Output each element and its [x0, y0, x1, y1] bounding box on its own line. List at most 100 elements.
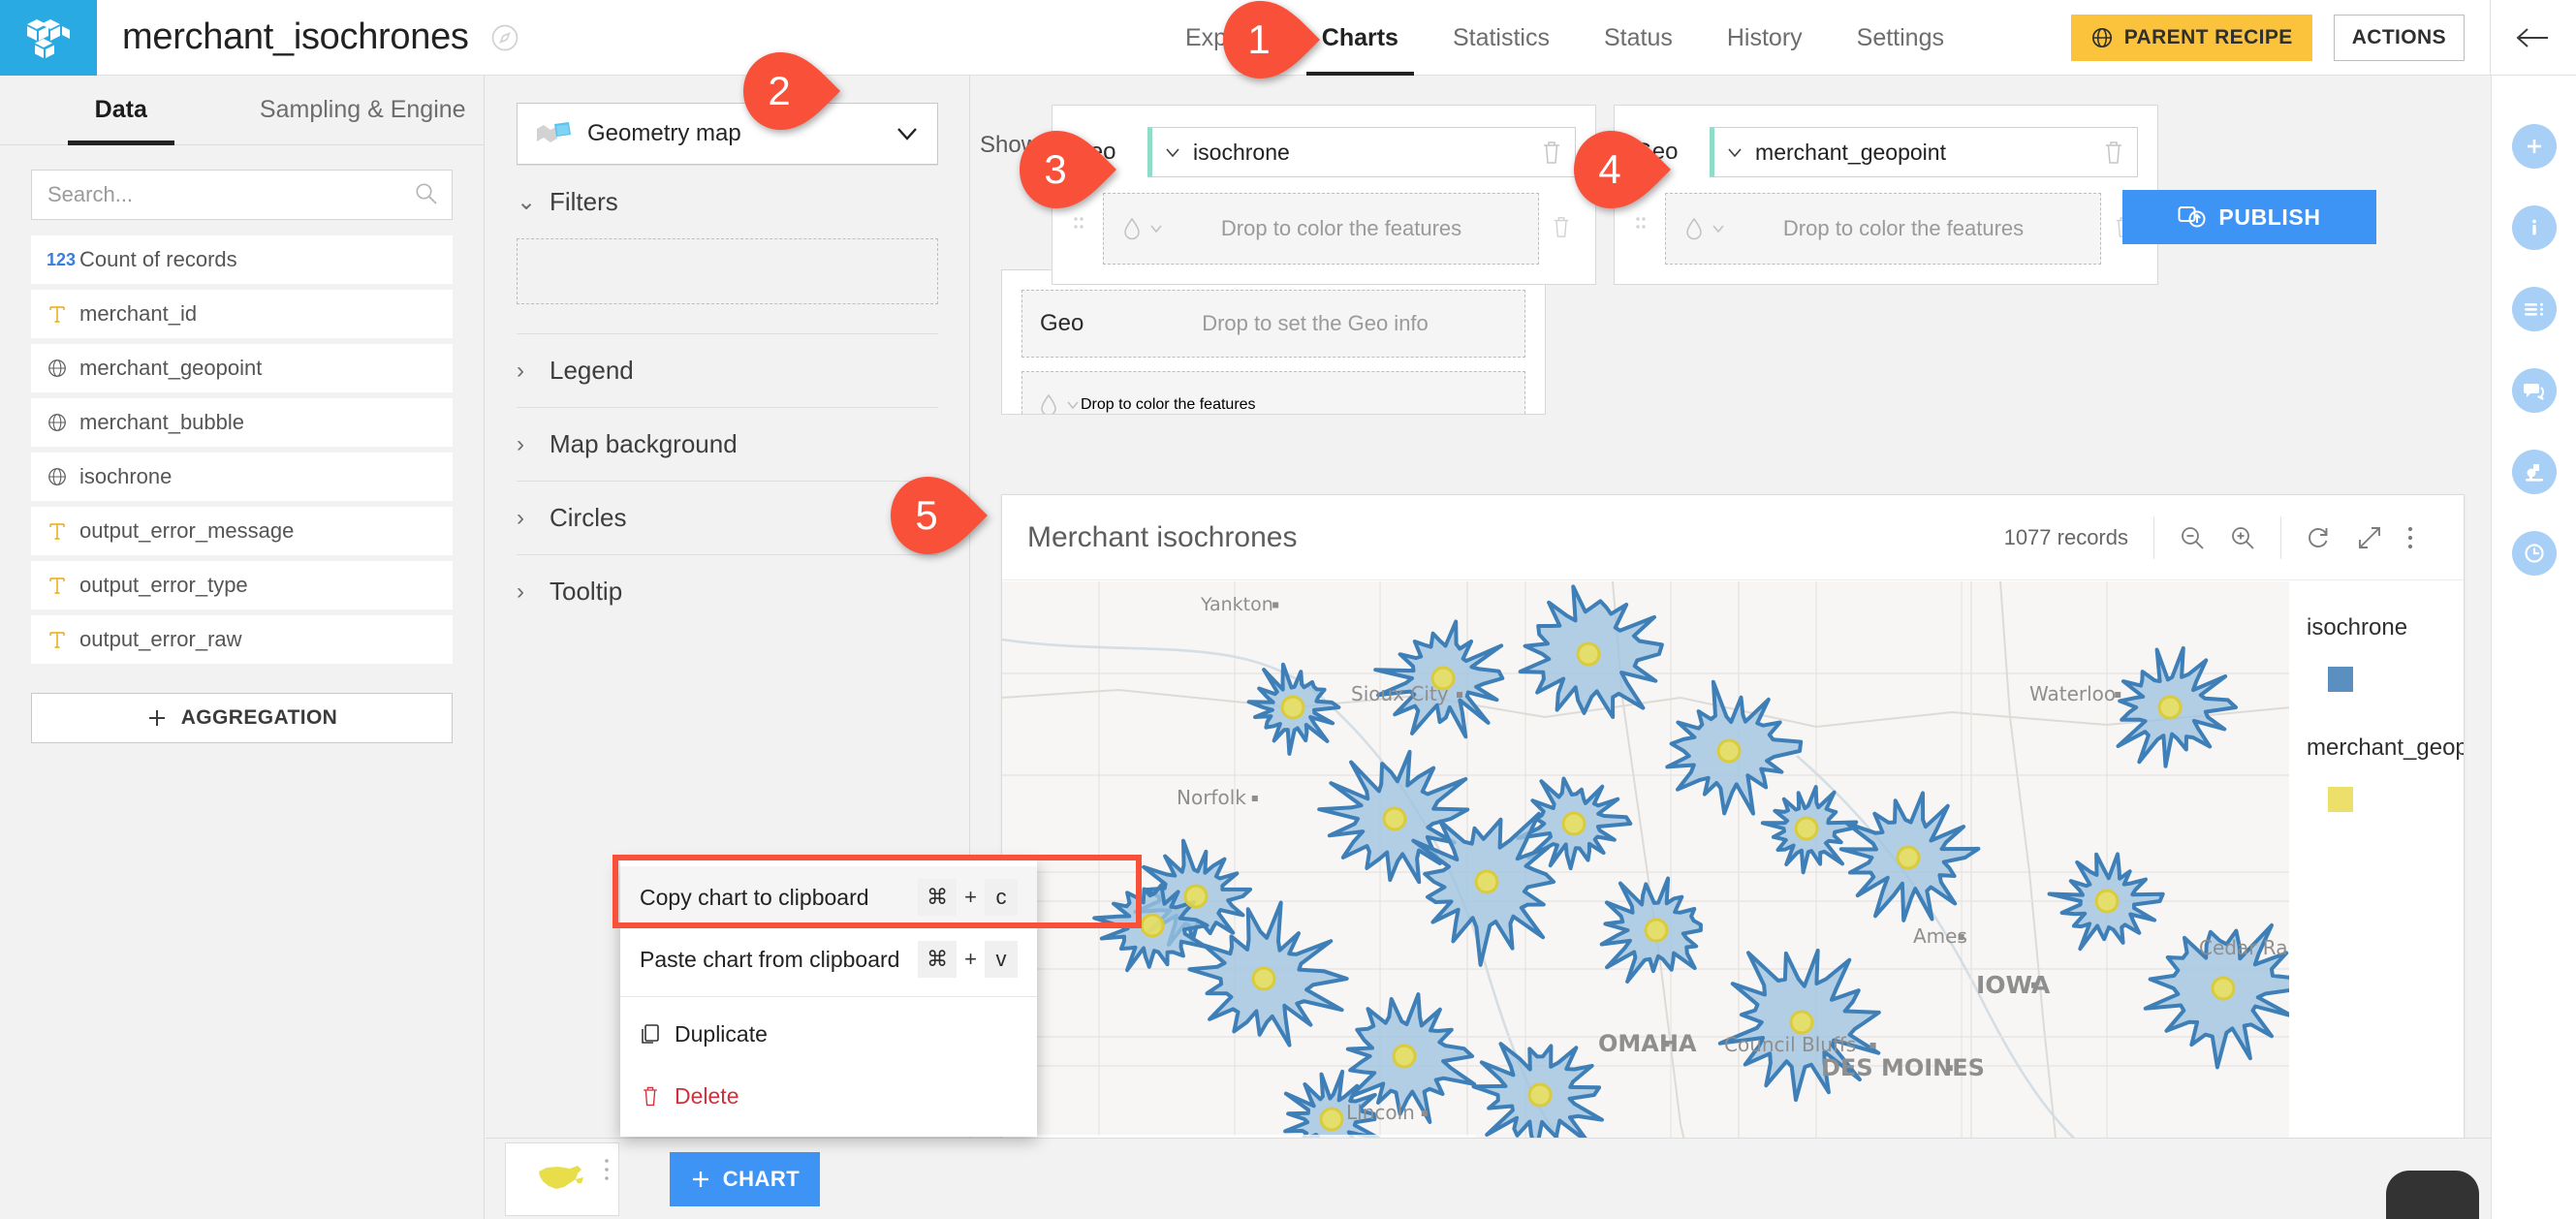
merchant-geopoint-marker[interactable]: [1321, 1109, 1342, 1130]
map-container[interactable]: YanktonSioux CityNorfolkWaterlooAmesIOWA…: [1002, 581, 2464, 1162]
trash-icon[interactable]: [1547, 214, 1576, 244]
arrow-left-icon: [2515, 25, 2552, 50]
merchant-geopoint-marker[interactable]: [1142, 915, 1163, 936]
merchant-geopoint-marker[interactable]: [1384, 808, 1405, 829]
field-label: merchant_id: [79, 301, 197, 327]
field-item-output-error-type[interactable]: output_error_type: [31, 561, 453, 610]
tab-sampling-engine[interactable]: Sampling & Engine: [242, 76, 485, 144]
merchant-geopoint-marker[interactable]: [1718, 740, 1740, 762]
rail-button-info[interactable]: [2512, 205, 2557, 250]
color-dropzone-1[interactable]: Drop to color the features: [1103, 193, 1539, 265]
merchant-geopoint-marker[interactable]: [1563, 813, 1585, 834]
merchant-geopoint-marker[interactable]: [1253, 968, 1274, 989]
more-vertical-icon[interactable]: [2405, 523, 2415, 552]
chart-type-dropdown[interactable]: Geometry map: [517, 103, 938, 165]
parent-recipe-button[interactable]: PARENT RECIPE: [2071, 15, 2312, 61]
chart-thumbnail[interactable]: [505, 1142, 619, 1216]
color-dropzone-3[interactable]: Drop to color the features: [1021, 371, 1525, 415]
context-menu-item-paste-chart[interactable]: Paste chart from clipboard ⌘ + v: [620, 928, 1037, 990]
expand-icon[interactable]: [2355, 523, 2384, 552]
step-marker-1: 1: [1219, 0, 1324, 80]
geo-info-dropzone[interactable]: Geo Drop to set the Geo info: [1021, 290, 1525, 358]
geo-dropzone-card-1[interactable]: Geo isochrone: [1052, 105, 1596, 285]
marker-number: 1: [1225, 0, 1293, 80]
section-map-background[interactable]: › Map background: [517, 407, 938, 481]
merchant-geopoint-marker[interactable]: [1185, 886, 1207, 907]
field-item-merchant-id[interactable]: merchant_id: [31, 290, 453, 338]
filters-dropzone[interactable]: [517, 238, 938, 304]
key-letter: v: [985, 941, 1018, 978]
geo-field-select-2[interactable]: merchant_geopoint: [1710, 127, 2138, 177]
merchant-geopoint-marker[interactable]: [1791, 1012, 1812, 1033]
section-filters[interactable]: ⌄ Filters: [517, 165, 938, 238]
rail-button-details[interactable]: [2512, 287, 2557, 331]
nav-item-status[interactable]: Status: [1577, 0, 1700, 76]
trash-icon[interactable]: [1540, 139, 1563, 166]
trash-icon[interactable]: [2102, 139, 2125, 166]
merchant-geopoint-marker[interactable]: [1578, 643, 1599, 665]
drag-handle-icon[interactable]: [1634, 214, 1655, 244]
merchant-geopoint-marker[interactable]: [2096, 891, 2118, 912]
map-place-label: IOWA: [1976, 971, 2051, 999]
field-item-merchant-geopoint[interactable]: merchant_geopoint: [31, 344, 453, 392]
geo-field-value: merchant_geopoint: [1755, 140, 1946, 166]
chat-widget[interactable]: [2386, 1171, 2479, 1219]
map-place-dot: [2115, 692, 2120, 698]
text-t-icon: [47, 303, 79, 325]
field-label: merchant_geopoint: [79, 356, 262, 381]
merchant-geopoint-marker[interactable]: [1796, 818, 1817, 839]
zoom-in-icon[interactable]: [2228, 523, 2257, 552]
merchant-geopoint-marker[interactable]: [2159, 697, 2181, 718]
more-vertical-icon[interactable]: [603, 1157, 611, 1182]
field-item-output-error-raw[interactable]: output_error_raw: [31, 615, 453, 664]
search-input[interactable]: [31, 170, 453, 220]
merchant-geopoint-marker[interactable]: [1394, 1046, 1415, 1067]
refresh-icon[interactable]: [2305, 523, 2334, 552]
nav-item-history[interactable]: History: [1700, 0, 1830, 76]
nav-item-settings[interactable]: Settings: [1830, 0, 1971, 76]
right-toolbar: [2491, 76, 2576, 1219]
merchant-geopoint-marker[interactable]: [1529, 1084, 1551, 1106]
map-place-label: Lincoln: [1346, 1101, 1415, 1124]
merchant-geopoint-marker[interactable]: [1646, 920, 1667, 941]
merchant-geopoint-marker[interactable]: [1282, 697, 1304, 718]
search-icon[interactable]: [414, 181, 439, 206]
context-menu-item-copy-chart[interactable]: Copy chart to clipboard ⌘ + c: [620, 866, 1037, 928]
rail-button-lab[interactable]: [2512, 450, 2557, 494]
color-dropzone-2[interactable]: Drop to color the features: [1665, 193, 2101, 265]
merchant-geopoint-marker[interactable]: [1898, 847, 1919, 868]
section-tooltip[interactable]: › Tooltip: [517, 554, 938, 628]
add-aggregation-button[interactable]: AGGREGATION: [31, 693, 453, 743]
publish-button[interactable]: PUBLISH: [2122, 190, 2376, 244]
rail-button-discussions[interactable]: [2512, 368, 2557, 413]
add-chart-button[interactable]: CHART: [670, 1152, 820, 1206]
app-logo[interactable]: [0, 0, 97, 76]
chevron-down-icon[interactable]: [895, 123, 920, 144]
rail-button-history[interactable]: [2512, 531, 2557, 576]
map-place-dot: [1663, 1041, 1669, 1047]
back-button[interactable]: [2491, 0, 2576, 76]
rail-button-add[interactable]: [2512, 124, 2557, 169]
nav-item-statistics[interactable]: Statistics: [1426, 0, 1577, 76]
section-circles[interactable]: › Circles: [517, 481, 938, 554]
geo-dropzone-card-2[interactable]: Geo merchant_geopoint: [1614, 105, 2158, 285]
field-item-isochrone[interactable]: isochrone: [31, 453, 453, 501]
field-item-merchant-bubble[interactable]: merchant_bubble: [31, 398, 453, 447]
map-canvas[interactable]: YanktonSioux CityNorfolkWaterlooAmesIOWA…: [1002, 581, 2291, 1162]
context-menu-item-duplicate[interactable]: Duplicate: [620, 1003, 1037, 1065]
context-menu-item-delete[interactable]: Delete: [620, 1065, 1037, 1127]
zoom-out-icon[interactable]: [2178, 523, 2207, 552]
drag-handle-icon[interactable]: [1072, 214, 1093, 244]
geo-info-placeholder: Drop to set the Geo info: [1123, 311, 1507, 336]
tab-data[interactable]: Data: [0, 76, 242, 144]
actions-button[interactable]: ACTIONS: [2334, 15, 2465, 61]
field-item-count-of-records[interactable]: 123 Count of records: [31, 235, 453, 284]
section-legend[interactable]: › Legend: [517, 333, 938, 407]
compass-icon[interactable]: [490, 23, 519, 52]
field-item-output-error-message[interactable]: output_error_message: [31, 507, 453, 555]
menu-item-label: Paste chart from clipboard: [640, 947, 918, 973]
merchant-geopoint-marker[interactable]: [1476, 871, 1497, 892]
merchant-geopoint-marker[interactable]: [2213, 978, 2234, 999]
geo-field-select-1[interactable]: isochrone: [1147, 127, 1576, 177]
droplet-icon: [1123, 217, 1164, 240]
